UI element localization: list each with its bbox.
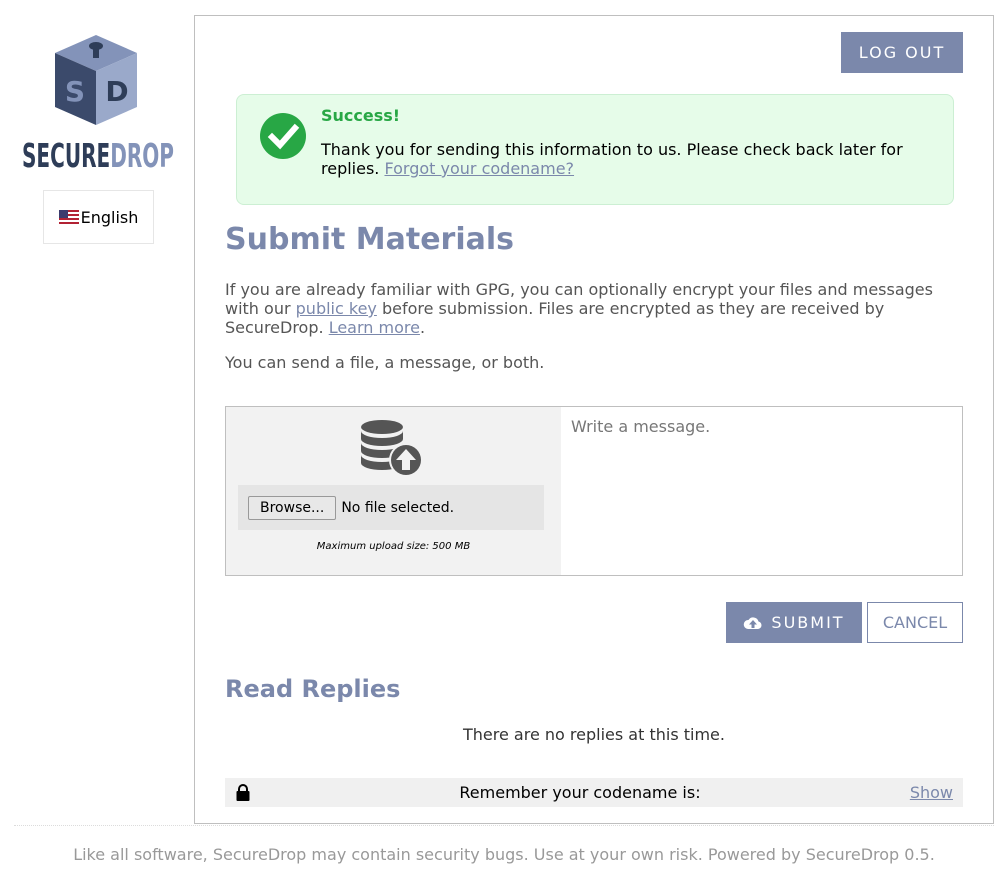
file-upload-pane: Browse... No file selected. Maximum uplo… <box>226 407 561 575</box>
intro-end: . <box>419 318 426 337</box>
submit-button[interactable]: SUBMIT <box>726 602 862 643</box>
logout-button[interactable]: LOG OUT <box>841 32 963 73</box>
footer-text: Like all software, SecureDrop may contai… <box>73 845 935 864</box>
checkmark-circle-icon <box>260 113 306 159</box>
success-message: Thank you for sending this information t… <box>321 140 941 178</box>
success-alert: Success! Thank you for sending this info… <box>236 94 954 205</box>
logo-cube-icon: S D SECUREDROP <box>22 35 174 175</box>
codename-reminder: Remember your codename is: Show <box>225 778 963 807</box>
file-input-row: Browse... No file selected. <box>238 485 544 530</box>
no-replies-text: There are no replies at this time. <box>463 725 725 744</box>
browse-button[interactable]: Browse... <box>248 495 337 520</box>
submit-materials-heading: Submit Materials <box>225 222 515 257</box>
send-note: You can send a file, a message, or both. <box>225 353 545 372</box>
forgot-codename-link[interactable]: Forgot your codename? <box>384 159 574 178</box>
logo-wordmark-secure: SECURE <box>22 136 110 171</box>
submit-label: SUBMIT <box>771 613 845 632</box>
cancel-button[interactable]: CANCEL <box>867 602 963 643</box>
codename-label: Remember your codename is: <box>459 783 701 802</box>
us-flag-icon <box>58 210 79 224</box>
securedrop-logo: S D SECUREDROP <box>22 35 174 175</box>
show-codename-link[interactable]: Show <box>910 783 953 802</box>
logo-wordmark-drop: DROP <box>110 136 174 171</box>
success-title: Success! <box>321 106 401 125</box>
message-textarea[interactable] <box>561 407 962 575</box>
footer-divider <box>14 825 994 826</box>
read-replies-heading: Read Replies <box>225 675 401 703</box>
svg-text:SECUREDROP: SECUREDROP <box>22 136 174 171</box>
submission-form: Browse... No file selected. Maximum uplo… <box>225 406 963 576</box>
database-upload-icon <box>361 420 423 477</box>
logo-letter-d: D <box>105 75 128 108</box>
public-key-link[interactable]: public key <box>296 299 377 318</box>
language-label: English <box>80 207 139 227</box>
max-upload-size-text: Maximum upload size: 500 MB <box>316 541 471 552</box>
main-panel: LOG OUT Success! Thank you for sending t… <box>194 15 994 824</box>
learn-more-link[interactable]: Learn more <box>329 318 420 337</box>
gpg-intro-text: If you are already familiar with GPG, yo… <box>225 280 965 337</box>
language-selector[interactable]: English <box>43 190 154 244</box>
file-status-text: No file selected. <box>341 499 455 516</box>
cloud-upload-icon <box>744 616 762 629</box>
logo-letter-s: S <box>65 75 85 108</box>
